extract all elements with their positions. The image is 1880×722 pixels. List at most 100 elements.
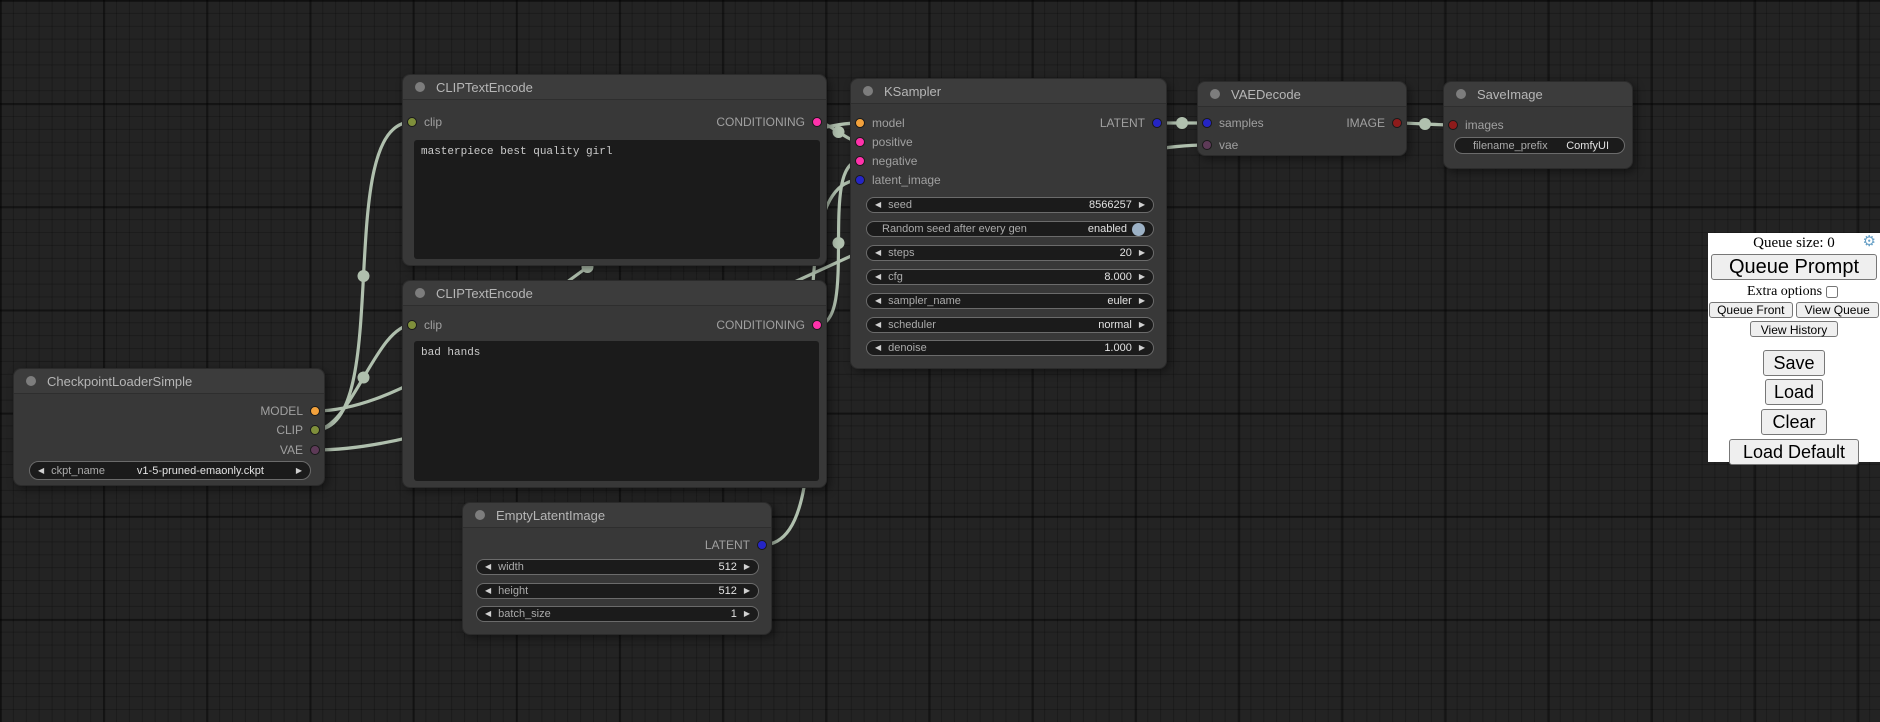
vae-input-port[interactable] xyxy=(1202,140,1212,150)
increment-arrow-icon[interactable]: ▶ xyxy=(296,467,302,475)
filename-prefix-widget[interactable]: filename_prefix ComfyUI xyxy=(1454,137,1625,154)
width-widget[interactable]: ◀ width 512 ▶ xyxy=(476,559,759,575)
clear-button[interactable]: Clear xyxy=(1761,409,1827,435)
conditioning-output-port[interactable] xyxy=(812,117,822,127)
seed-widget[interactable]: ◀ seed 8566257 ▶ xyxy=(866,197,1154,213)
decrement-arrow-icon[interactable]: ◀ xyxy=(875,201,881,209)
collapse-dot-icon[interactable] xyxy=(475,510,485,520)
node-title-bar: CLIPTextEncode xyxy=(403,281,826,306)
widget-value: 20 xyxy=(1120,247,1132,259)
view-history-button[interactable]: View History xyxy=(1750,321,1838,337)
clip-output-port[interactable] xyxy=(310,425,320,435)
toggle-circle-icon[interactable] xyxy=(1132,223,1145,236)
conditioning-output-port[interactable] xyxy=(812,320,822,330)
widget-label: scheduler xyxy=(888,319,936,331)
sampler-name-widget[interactable]: ◀ sampler_name euler ▶ xyxy=(866,293,1154,309)
decrement-arrow-icon[interactable]: ◀ xyxy=(875,344,881,352)
collapse-dot-icon[interactable] xyxy=(26,376,36,386)
increment-arrow-icon[interactable]: ▶ xyxy=(1139,344,1145,352)
samples-input-port[interactable] xyxy=(1202,118,1212,128)
prompt-textarea[interactable]: bad hands xyxy=(414,341,819,481)
scheduler-widget[interactable]: ◀ scheduler normal ▶ xyxy=(866,317,1154,333)
collapse-dot-icon[interactable] xyxy=(1456,89,1466,99)
increment-arrow-icon[interactable]: ▶ xyxy=(744,587,750,595)
positive-input-port[interactable] xyxy=(855,137,865,147)
decrement-arrow-icon[interactable]: ◀ xyxy=(38,467,44,475)
increment-arrow-icon[interactable]: ▶ xyxy=(1139,249,1145,257)
queue-front-button[interactable]: Queue Front xyxy=(1709,302,1793,318)
node-title: CheckpointLoaderSimple xyxy=(47,374,192,389)
decrement-arrow-icon[interactable]: ◀ xyxy=(875,273,881,281)
ckpt-name-widget[interactable]: ◀ ckpt_name v1-5-pruned-emaonly.ckpt ▶ xyxy=(29,461,311,480)
output-label: MODEL xyxy=(260,404,303,418)
batch-size-widget[interactable]: ◀ batch_size 1 ▶ xyxy=(476,606,759,622)
input-label: positive xyxy=(872,135,913,149)
steps-widget[interactable]: ◀ steps 20 ▶ xyxy=(866,245,1154,261)
save-button[interactable]: Save xyxy=(1763,350,1825,376)
increment-arrow-icon[interactable]: ▶ xyxy=(1139,297,1145,305)
vae-output-port[interactable] xyxy=(310,445,320,455)
decrement-arrow-icon[interactable]: ◀ xyxy=(485,610,491,618)
clip-input-port[interactable] xyxy=(407,320,417,330)
widget-label: batch_size xyxy=(498,608,551,620)
input-label: clip xyxy=(424,115,442,129)
widget-value: normal xyxy=(1098,319,1132,331)
model-output-port[interactable] xyxy=(310,406,320,416)
prompt-textarea[interactable]: masterpiece best quality girl xyxy=(414,140,820,259)
view-queue-button[interactable]: View Queue xyxy=(1796,302,1880,318)
comfyui-menu-panel: Queue size: 0 ⚙ Queue Prompt Extra optio… xyxy=(1708,233,1880,462)
negative-input-port[interactable] xyxy=(855,156,865,166)
collapse-dot-icon[interactable] xyxy=(863,86,873,96)
increment-arrow-icon[interactable]: ▶ xyxy=(1139,201,1145,209)
images-input-port[interactable] xyxy=(1448,120,1458,130)
widget-value: v1-5-pruned-emaonly.ckpt xyxy=(105,465,296,477)
node-title: EmptyLatentImage xyxy=(496,508,605,523)
widget-value: 8566257 xyxy=(1089,199,1132,211)
random-seed-toggle-widget[interactable]: Random seed after every gen enabled xyxy=(866,221,1154,237)
node-graph-canvas[interactable]: CheckpointLoaderSimple MODEL CLIP VAE ◀ … xyxy=(0,0,1880,722)
cfg-widget[interactable]: ◀ cfg 8.000 ▶ xyxy=(866,269,1154,285)
latent-output-port[interactable] xyxy=(1152,118,1162,128)
queue-prompt-button[interactable]: Queue Prompt xyxy=(1711,254,1877,280)
decrement-arrow-icon[interactable]: ◀ xyxy=(485,563,491,571)
image-output-port[interactable] xyxy=(1392,118,1402,128)
load-default-button[interactable]: Load Default xyxy=(1729,439,1859,465)
output-label: VAE xyxy=(280,443,303,457)
settings-gear-icon[interactable]: ⚙ xyxy=(1863,234,1876,249)
decrement-arrow-icon[interactable]: ◀ xyxy=(875,297,881,305)
latent-output-port[interactable] xyxy=(757,540,767,550)
input-label: latent_image xyxy=(872,173,941,187)
clip-input-port[interactable] xyxy=(407,117,417,127)
increment-arrow-icon[interactable]: ▶ xyxy=(744,610,750,618)
load-button[interactable]: Load xyxy=(1765,379,1823,405)
node-save-image[interactable]: SaveImage images filename_prefix ComfyUI xyxy=(1443,81,1633,169)
widget-value: 512 xyxy=(718,561,736,573)
decrement-arrow-icon[interactable]: ◀ xyxy=(485,587,491,595)
node-title: CLIPTextEncode xyxy=(436,80,533,95)
collapse-dot-icon[interactable] xyxy=(1210,89,1220,99)
collapse-dot-icon[interactable] xyxy=(415,288,425,298)
height-widget[interactable]: ◀ height 512 ▶ xyxy=(476,583,759,599)
input-label: negative xyxy=(872,154,917,168)
decrement-arrow-icon[interactable]: ◀ xyxy=(875,249,881,257)
denoise-widget[interactable]: ◀ denoise 1.000 ▶ xyxy=(866,340,1154,356)
node-title-bar: CheckpointLoaderSimple xyxy=(14,369,324,394)
node-clip-text-encode-positive[interactable]: CLIPTextEncode clip CONDITIONING masterp… xyxy=(402,74,827,266)
increment-arrow-icon[interactable]: ▶ xyxy=(744,563,750,571)
node-ksampler[interactable]: KSampler model positive negative latent_… xyxy=(850,78,1167,369)
node-empty-latent-image[interactable]: EmptyLatentImage LATENT ◀ width 512 ▶ ◀ … xyxy=(462,502,772,635)
output-label: LATENT xyxy=(1100,116,1145,130)
decrement-arrow-icon[interactable]: ◀ xyxy=(875,321,881,329)
output-label: LATENT xyxy=(705,538,750,552)
extra-options-checkbox[interactable] xyxy=(1826,286,1838,298)
input-label: clip xyxy=(424,318,442,332)
widget-label: seed xyxy=(888,199,912,211)
latent-image-input-port[interactable] xyxy=(855,175,865,185)
increment-arrow-icon[interactable]: ▶ xyxy=(1139,321,1145,329)
node-clip-text-encode-negative[interactable]: CLIPTextEncode clip CONDITIONING bad han… xyxy=(402,280,827,488)
node-vae-decode[interactable]: VAEDecode samples IMAGE vae xyxy=(1197,81,1407,156)
increment-arrow-icon[interactable]: ▶ xyxy=(1139,273,1145,281)
collapse-dot-icon[interactable] xyxy=(415,82,425,92)
widget-label: sampler_name xyxy=(888,295,961,307)
node-checkpoint-loader-simple[interactable]: CheckpointLoaderSimple MODEL CLIP VAE ◀ … xyxy=(13,368,325,486)
